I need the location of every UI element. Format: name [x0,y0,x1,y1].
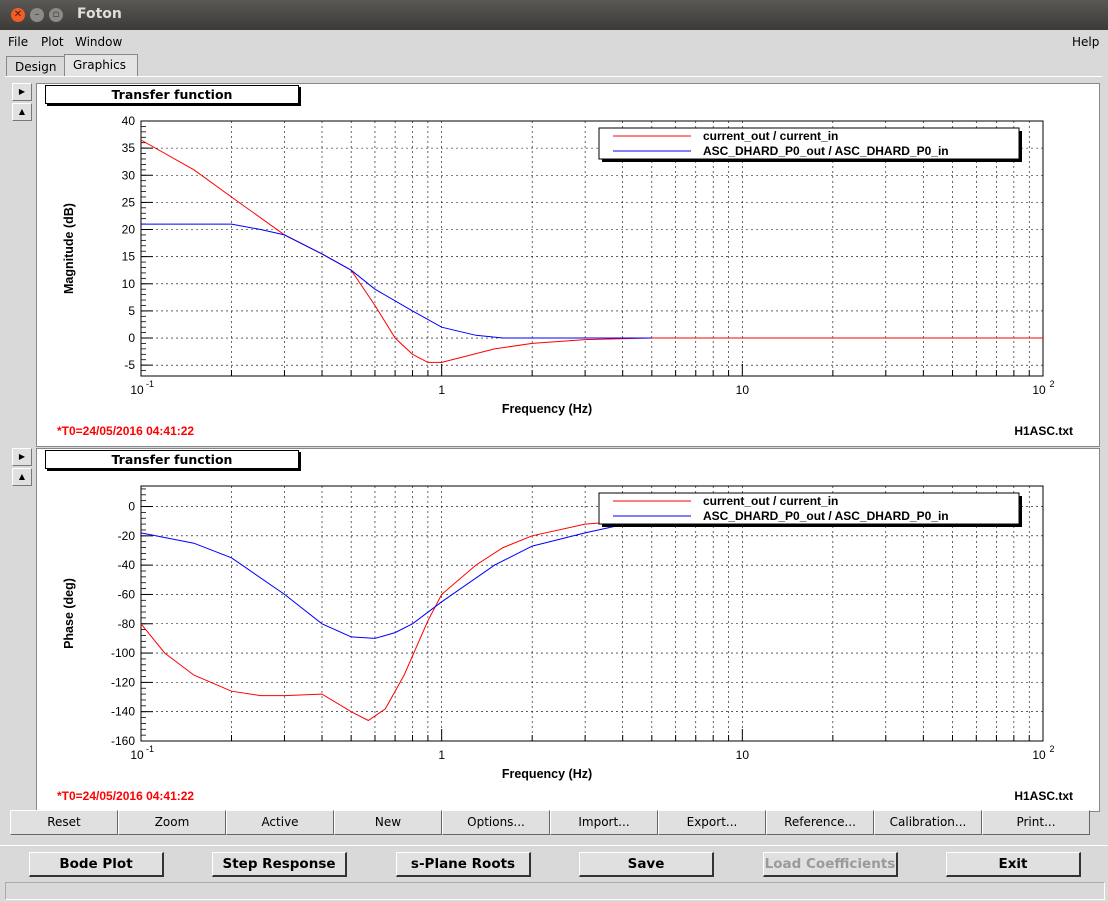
y-axis-label: Phase (deg) [62,578,76,649]
plot-pad-magnitude[interactable]: Transfer function -5 0 5 10 15 20 25 30 35 40 10 -1… [36,83,1100,447]
menu-file[interactable]: File [8,35,28,49]
calibration-button[interactable]: Calibration... [874,810,982,835]
tab-bar: Design Graphics [0,52,1108,77]
x-axis-label: Frequency (Hz) [502,402,592,416]
status-bar [5,882,1105,900]
series-line-current [140,139,1043,363]
legend-label: ASC_DHARD_P0_out / ASC_DHARD_P0_in [703,509,949,523]
x-tick-label: 10 [736,748,750,762]
window-title: Foton [77,6,122,22]
y-tick-label: -140 [111,705,135,719]
plot-pad-phase[interactable]: Transfer function -160 -140 -120 -100 -80 -60… [36,448,1100,812]
y-tick-label: 10 [122,277,136,291]
magnitude-chart[interactable]: -5051015202530354010 -1 1 10 10 2Frequency (H… [37,84,1099,446]
expand-right-icon[interactable]: ▶ [12,83,32,101]
y-tick-label: 20 [122,223,136,237]
new-button[interactable]: New [334,810,442,835]
y-tick-label: -100 [111,646,135,660]
series-line-asc-dhard [141,223,652,339]
x-tick-label: 1 [438,748,445,762]
close-icon[interactable]: ✕ [11,8,25,22]
y-tick-label: 25 [122,195,136,209]
collapse-up-icon[interactable]: ▲ [12,468,32,486]
reference-button[interactable]: Reference... [766,810,874,835]
export-button[interactable]: Export... [658,810,766,835]
maximize-icon[interactable]: ▫ [49,8,63,22]
y-tick-label: -60 [118,587,136,601]
y-tick-label: -40 [118,558,136,572]
menu-bar: File Plot Window Help [0,30,1108,52]
expand-right-icon[interactable]: ▶ [12,448,32,466]
x-tick-label: 10 [1032,383,1046,397]
menu-help[interactable]: Help [1072,35,1099,49]
exit-button[interactable]: Exit [946,852,1081,877]
load-coefficients-button: Load Coefficients [763,852,898,877]
y-tick-label: 30 [122,168,136,182]
y-tick-label: -160 [111,734,135,748]
y-tick-label: 35 [122,141,136,155]
y-tick-label: -120 [111,675,135,689]
x-tick-label: 1 [438,383,445,397]
filename-label: H1ASC.txt [1014,789,1073,803]
bode-plot-button[interactable]: Bode Plot [29,852,164,877]
save-button[interactable]: Save [579,852,714,877]
phase-chart[interactable]: -160-140-120-100-80-60-40-20010 -1 1 10 10 2F… [37,449,1099,811]
y-tick-label: -5 [124,358,135,372]
legend-label: ASC_DHARD_P0_out / ASC_DHARD_P0_in [703,144,949,158]
x-tick-label: 10 [130,383,144,397]
s-plane-roots-button[interactable]: s-Plane Roots [396,852,531,877]
filename-label: H1ASC.txt [1014,424,1073,438]
y-tick-label: 5 [128,304,135,318]
y-tick-label: -20 [118,529,136,543]
y-tick-label: 15 [122,250,136,264]
y-tick-label: 40 [122,114,136,128]
y-axis-label: Magnitude (dB) [62,203,76,294]
main-action-bar: Bode Plot Step Response s-Plane Roots Sa… [0,845,1108,881]
x-tick-exponent: 2 [1049,379,1054,389]
minimize-icon[interactable]: – [30,8,44,22]
x-tick-label: 10 [130,748,144,762]
x-tick-exponent: -1 [146,744,154,754]
collapse-up-icon[interactable]: ▲ [12,103,32,121]
timestamp-label: *T0=24/05/2016 04:41:22 [57,789,194,803]
x-tick-label: 10 [736,383,750,397]
zoom-button[interactable]: Zoom [118,810,226,835]
tab-design[interactable]: Design [6,56,66,77]
x-tick-exponent: 2 [1049,744,1054,754]
reset-button[interactable]: Reset [10,810,118,835]
graphics-toolbar: Reset Zoom Active New Options... Import.… [10,810,1090,835]
import-button[interactable]: Import... [550,810,658,835]
menu-plot[interactable]: Plot [41,35,64,49]
tab-graphics[interactable]: Graphics [64,54,138,77]
menu-window[interactable]: Window [75,35,122,49]
step-response-button[interactable]: Step Response [212,852,347,877]
timestamp-label: *T0=24/05/2016 04:41:22 [57,424,194,438]
y-tick-label: -80 [118,617,136,631]
x-axis-label: Frequency (Hz) [502,767,592,781]
y-tick-label: 0 [128,331,135,345]
print-button[interactable]: Print... [982,810,1090,835]
title-bar: ✕ – ▫ Foton [0,0,1108,30]
series-line-asc-dhard [140,517,652,639]
legend-label: current_out / current_in [703,129,838,143]
x-tick-exponent: -1 [146,379,154,389]
options-button[interactable]: Options... [442,810,550,835]
active-button[interactable]: Active [226,810,334,835]
legend-label: current_out / current_in [703,494,838,508]
x-tick-label: 10 [1032,748,1046,762]
y-tick-label: 0 [128,500,135,514]
